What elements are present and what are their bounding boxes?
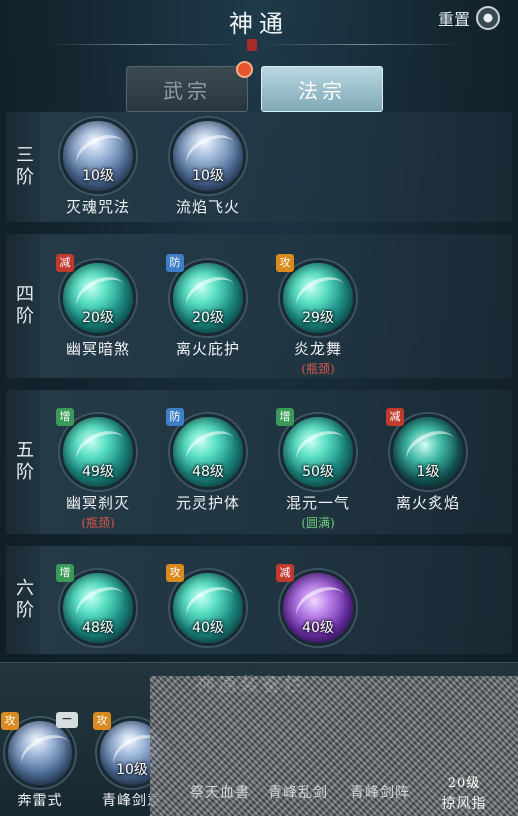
skill-name: 元灵护体 bbox=[175, 494, 240, 512]
equip-slot[interactable]: 青峰剑阵 bbox=[340, 780, 420, 802]
skill-name: 幽冥暗煞 bbox=[65, 340, 130, 358]
skill-card[interactable]: 增 50级 混元一气 (圆满) bbox=[268, 408, 368, 531]
tier-label: 五阶 bbox=[6, 390, 40, 534]
equip-slot-name: 祭天血書 bbox=[190, 785, 250, 801]
attack-tag: 攻 bbox=[1, 712, 19, 730]
skill-card[interactable]: 防 48级 元灵护体 bbox=[158, 408, 258, 513]
attack-tag: 攻 bbox=[93, 712, 111, 730]
skill-card[interactable]: 10级 灭魂咒法 bbox=[48, 118, 148, 217]
tier-row-3: 三阶 10级 灭魂咒法 10级 流焰飞火 bbox=[6, 112, 512, 222]
skill-level: 20级 bbox=[82, 310, 114, 326]
equip-slot[interactable]: 青峰乱剑 bbox=[258, 780, 338, 802]
skill-status: (瓶颈) bbox=[81, 516, 115, 530]
skill-level: 40级 bbox=[302, 620, 334, 636]
tier-row-5: 五阶 增 49级 幽冥刹灭 (瓶颈) 防 48级 元灵护体 增 50级 混元一气… bbox=[6, 390, 512, 534]
equip-slot[interactable]: 祭天血書 bbox=[180, 780, 260, 802]
skill-level: 29级 bbox=[302, 310, 334, 326]
equip-slot-name: 青峰剑阵 bbox=[350, 785, 410, 801]
skill-level: 1级 bbox=[416, 464, 440, 480]
title-divider-right bbox=[262, 44, 462, 45]
debuff-tag: 减 bbox=[276, 564, 294, 582]
skill-level: 48级 bbox=[192, 464, 224, 480]
skill-level: 50级 bbox=[302, 464, 334, 480]
skill-status: (瓶颈) bbox=[301, 362, 335, 376]
skill-card[interactable]: 减 40级 bbox=[268, 564, 368, 646]
unequip-button[interactable]: − bbox=[56, 712, 78, 728]
skill-card[interactable]: 攻 29级 炎龙舞 (瓶颈) bbox=[268, 254, 368, 377]
tab-wuzong[interactable]: 武宗 bbox=[126, 66, 248, 112]
tier-row-4: 四阶 减 20级 幽冥暗煞 防 20级 离火庇护 攻 29级 炎龙舞 (瓶颈) bbox=[6, 234, 512, 378]
skill-name: 幽冥刹灭 bbox=[65, 494, 130, 512]
skill-card[interactable]: 增 49级 幽冥刹灭 (瓶颈) bbox=[48, 408, 148, 531]
skill-card[interactable]: 攻 40级 bbox=[158, 564, 258, 646]
equip-slot[interactable]: 20级 掠风指 bbox=[424, 770, 504, 813]
skill-card[interactable]: 增 48级 bbox=[48, 564, 148, 646]
buff-tag: 增 bbox=[56, 564, 74, 582]
tab-fazong[interactable]: 法宗 bbox=[261, 66, 383, 112]
reset-icon bbox=[476, 6, 500, 30]
skill-status: (圆满) bbox=[301, 516, 335, 530]
debuff-tag: 减 bbox=[56, 254, 74, 272]
notification-dot bbox=[236, 61, 253, 78]
buff-tag: 增 bbox=[276, 408, 294, 426]
defense-tag: 防 bbox=[166, 408, 184, 426]
equip-slot-name: 青峰乱剑 bbox=[268, 785, 328, 801]
buff-tag: 增 bbox=[56, 408, 74, 426]
skill-orb-icon: 10级 bbox=[60, 118, 136, 194]
skill-level: 20级 bbox=[192, 310, 224, 326]
seal-icon bbox=[247, 39, 257, 51]
skill-card[interactable]: 减 20级 幽冥暗煞 bbox=[48, 254, 148, 359]
skill-orb-icon: 10级 bbox=[170, 118, 246, 194]
skill-level: 20级 bbox=[447, 776, 481, 791]
reset-label: 重置 bbox=[437, 10, 470, 29]
header: 神通 重置 bbox=[0, 0, 518, 60]
tier-row-6: 六阶 增 48级 攻 40级 减 40级 bbox=[6, 546, 512, 654]
skill-level: 40级 bbox=[192, 620, 224, 636]
equip-slot[interactable]: 攻 奔雷式 bbox=[0, 712, 80, 810]
skill-name: 混元一气 bbox=[285, 494, 350, 512]
skill-level: 48级 bbox=[82, 620, 114, 636]
tier-label: 三阶 bbox=[6, 112, 40, 222]
tier-label: 六阶 bbox=[6, 546, 40, 654]
attack-tag: 攻 bbox=[166, 564, 184, 582]
skill-level: 10级 bbox=[82, 168, 114, 184]
skill-name: 离火炙焰 bbox=[395, 494, 460, 512]
skill-card[interactable]: 10级 流焰飞火 bbox=[158, 118, 258, 217]
skill-level: 10级 bbox=[192, 168, 224, 184]
equip-slot-name: 掠风指 bbox=[441, 796, 487, 812]
tier-label: 四阶 bbox=[6, 234, 40, 378]
defense-tag: 防 bbox=[166, 254, 184, 272]
skill-name: 炎龙舞 bbox=[293, 340, 342, 358]
skill-card[interactable]: 减 1级 离火炙焰 bbox=[378, 408, 478, 513]
skill-name: 流焰飞火 bbox=[175, 198, 240, 216]
skill-card[interactable]: 防 20级 离火庇护 bbox=[158, 254, 258, 359]
attack-tag: 攻 bbox=[276, 254, 294, 272]
skill-name: 离火庇护 bbox=[175, 340, 240, 358]
equip-slot-name: 奔雷式 bbox=[17, 793, 63, 809]
skill-name: 灭魂咒法 bbox=[65, 198, 130, 216]
skill-level: 49级 bbox=[82, 464, 114, 480]
title-divider-left bbox=[48, 44, 242, 45]
debuff-tag: 减 bbox=[386, 408, 404, 426]
reset-button[interactable]: 重置 bbox=[438, 6, 500, 30]
